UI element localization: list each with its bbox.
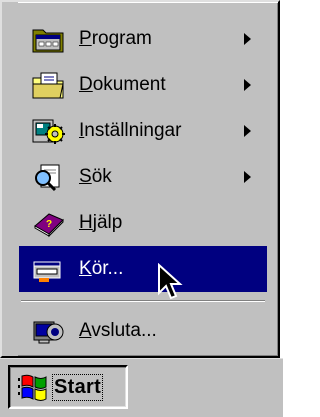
- submenu-arrow-icon: [241, 78, 253, 92]
- menu-item-label: Hjälp: [79, 212, 123, 233]
- submenu-arrow-icon: [241, 170, 253, 184]
- find-icon: [29, 158, 67, 196]
- taskbar: Start: [0, 358, 283, 417]
- menu-item-kor[interactable]: Kör...: [19, 246, 267, 292]
- submenu-arrow-icon: [241, 124, 253, 138]
- menu-item-label: Dokument: [79, 74, 166, 95]
- start-button-label: Start: [51, 373, 104, 401]
- menu-item-sok[interactable]: Sök: [19, 154, 267, 200]
- submenu-arrow-icon: [241, 32, 253, 46]
- documents-folder-icon: [29, 66, 67, 104]
- menu-item-hjalp[interactable]: ? Hjälp: [19, 200, 267, 246]
- help-book-icon: ?: [29, 204, 67, 242]
- menu-item-label: Kör...: [79, 258, 124, 279]
- start-menu-side-band: [2, 2, 18, 356]
- start-menu: Program Dokument Inställningar Sök ? Hjä…: [0, 0, 280, 358]
- menu-item-label: Program: [79, 28, 152, 49]
- menu-item-label: Sök: [79, 166, 112, 187]
- windows-logo-icon: [18, 372, 50, 402]
- menu-item-installningar[interactable]: Inställningar: [19, 108, 267, 154]
- desktop: Program Dokument Inställningar Sök ? Hjä…: [0, 0, 283, 417]
- svg-text:?: ?: [46, 219, 52, 230]
- settings-icon: [29, 112, 67, 150]
- menu-separator: [21, 300, 265, 302]
- start-button[interactable]: Start: [8, 365, 128, 409]
- menu-item-avsluta[interactable]: Avsluta...: [19, 308, 267, 354]
- programs-folder-icon: [29, 20, 67, 58]
- run-icon: [29, 250, 67, 288]
- menu-item-label: Avsluta...: [79, 320, 157, 341]
- shutdown-icon: [29, 312, 67, 350]
- menu-item-label: Inställningar: [79, 120, 182, 141]
- menu-item-dokument[interactable]: Dokument: [19, 62, 267, 108]
- menu-item-program[interactable]: Program: [19, 16, 267, 62]
